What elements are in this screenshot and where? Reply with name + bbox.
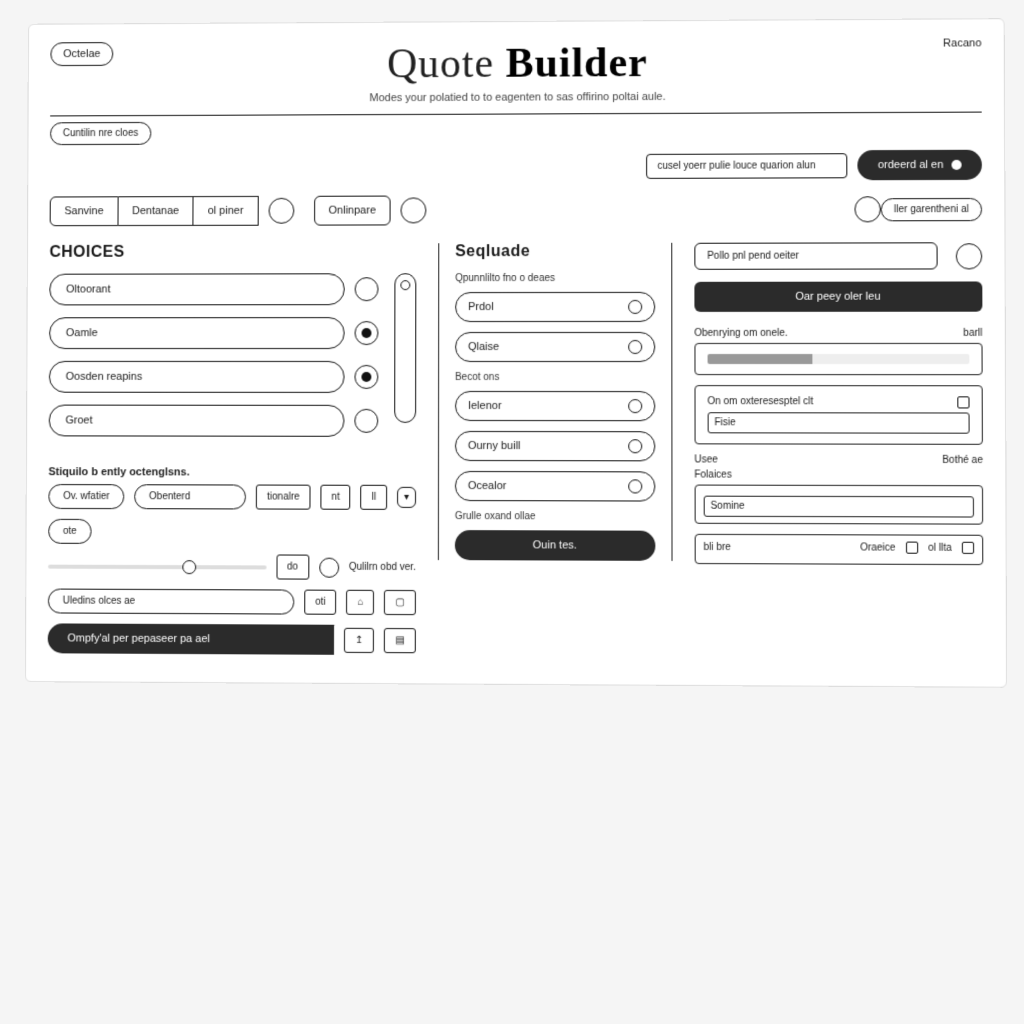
quote-builder-app: Octelae Quote Builder Modes your polatie…: [25, 18, 1007, 688]
chip-tionalre[interactable]: tionalre: [256, 485, 310, 510]
choice-3[interactable]: Oosden reapins: [49, 361, 345, 393]
sec2-field[interactable]: Fisie: [707, 412, 969, 433]
seq-item-2[interactable]: Qlaise: [455, 332, 655, 362]
seq-sep: Becot ons: [455, 372, 655, 383]
hint-input[interactable]: cusel yoerr pulie louce quarion alun: [646, 153, 847, 179]
filter-radio-3[interactable]: [855, 196, 881, 222]
sec2-title: On om oxteresesptel clt: [707, 396, 813, 408]
progress-bar[interactable]: [707, 354, 969, 364]
filter-dentanae[interactable]: Dentanae: [118, 196, 194, 226]
summary-top-pill[interactable]: Pollo pnl pend oeiter: [694, 242, 938, 269]
chk-b[interactable]: [962, 542, 974, 554]
filter-tag[interactable]: ller garentheni al: [881, 197, 982, 220]
filter-online[interactable]: Onlinpare: [314, 196, 391, 226]
field-b-label: bli bre: [703, 541, 730, 552]
page-title: Quote Builder: [154, 38, 884, 89]
dark-long-button[interactable]: Ompfy'al per pepaseer pa ael: [48, 623, 335, 654]
chip-ote[interactable]: ote: [48, 519, 91, 544]
summary-header-button[interactable]: Oar peey oler leu: [694, 281, 982, 311]
choice-2[interactable]: Oamle: [49, 317, 345, 349]
filter-radio-1[interactable]: [268, 198, 294, 224]
chevron-down-icon[interactable]: ▾: [397, 487, 416, 508]
filter-olpiner[interactable]: ol piner: [194, 196, 258, 226]
vertical-slider[interactable]: [394, 273, 416, 423]
sequence-caption: Qpunnlilto fno o deaes: [455, 273, 655, 284]
filter-row: Sanvine Dentanae ol piner Onlinpare ller…: [50, 194, 982, 226]
primary-cta-button[interactable]: ordeerd al en: [858, 150, 982, 181]
choice-1-radio[interactable]: [355, 277, 379, 301]
filter-sanvine[interactable]: Sanvine: [50, 196, 119, 226]
square-btn[interactable]: ▢: [384, 590, 415, 615]
seq-item-4[interactable]: Ourny buill: [455, 431, 655, 461]
brand-tag[interactable]: Octelae: [50, 42, 113, 66]
seq-item-1[interactable]: Prdol: [455, 292, 655, 322]
choice-2-radio[interactable]: [354, 321, 378, 345]
choices-column: CHOICES Oltoorant Oamle Oosden reapins: [48, 243, 417, 665]
summary-column: Pollo pnl pend oeiter Oar peey oler leu …: [694, 242, 983, 575]
slider-val-1: do: [276, 554, 309, 579]
kv-fol-k: Folaices: [694, 469, 732, 480]
kv-user-v: Bothé ae: [942, 455, 983, 466]
sub-section-title: Stiquilo b ently octenglsns.: [48, 466, 416, 479]
h-slider-1[interactable]: [48, 564, 266, 569]
btn-small-2[interactable]: ll: [361, 485, 387, 510]
choice-4[interactable]: Groet: [49, 405, 345, 437]
chip-ov[interactable]: Ov. wfatier: [48, 484, 124, 509]
long-chip-1[interactable]: Uledins olces ae: [48, 589, 294, 615]
slider-radio[interactable]: [319, 557, 339, 577]
choice-4-radio[interactable]: [354, 409, 378, 433]
filter-radio-2[interactable]: [401, 197, 427, 223]
field-a[interactable]: Somine: [703, 496, 974, 518]
field-b-panel: bli bre Oraeice ol llta: [694, 534, 983, 565]
detail-panel: On om oxteresesptel clt Fisie: [694, 385, 983, 445]
home-icon[interactable]: ⌂: [346, 590, 374, 615]
sub-tag[interactable]: Cuntilin nre cloes: [50, 122, 151, 145]
tiny-2[interactable]: oti: [304, 590, 336, 615]
slider-label: Qulilrn obd ver.: [349, 562, 416, 573]
sequence-title: Seqluade: [455, 243, 655, 261]
arrow-up-icon[interactable]: ↥: [344, 627, 374, 652]
sequence-submit-button[interactable]: Ouin tes.: [455, 530, 655, 561]
dot-icon: [951, 160, 961, 170]
sec1-small: barll: [963, 328, 982, 339]
chk-b-label: ol llta: [928, 542, 952, 553]
chip-obenterd[interactable]: Obenterd: [134, 484, 246, 509]
seq-item-5[interactable]: Ocealor: [455, 471, 655, 502]
chk-a[interactable]: [906, 542, 918, 554]
page-subtitle: Modes your polatied to to eagenten to sa…: [154, 90, 884, 105]
sec2-check[interactable]: [957, 396, 969, 408]
seq-item-3[interactable]: Ielenor: [455, 391, 655, 421]
sec1-title: Obenrying om onele.: [694, 328, 788, 339]
choice-3-radio[interactable]: [354, 365, 378, 389]
chk-a-label: Oraeice: [860, 542, 896, 553]
header-right-label: Racano: [901, 37, 982, 49]
progress-panel: [694, 343, 983, 375]
kv-user-k: Usee: [694, 454, 718, 465]
btn-small-1[interactable]: nt: [321, 485, 351, 510]
sequence-column: Seqluade Qpunnlilto fno o deaes Prdol Ql…: [438, 243, 672, 561]
page-icon[interactable]: ▤: [384, 628, 415, 653]
choice-1[interactable]: Oltoorant: [49, 273, 344, 305]
seq-footer: Grulle oxand ollae: [455, 511, 655, 523]
summary-top-radio[interactable]: [956, 243, 982, 269]
field-a-panel: Somine: [694, 485, 983, 525]
choices-title: CHOICES: [49, 243, 416, 262]
header-row: Octelae Quote Builder Modes your polatie…: [50, 37, 981, 105]
